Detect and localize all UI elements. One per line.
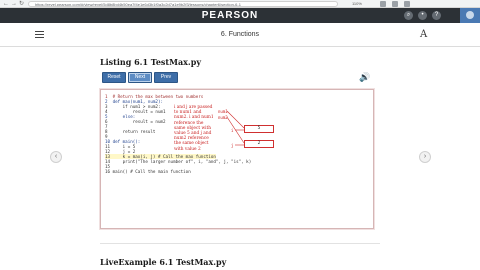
- annotation-note: i and j are passed to num1 and num2. i a…: [174, 105, 214, 152]
- main-content: Listing 6.1 TestMax.py Reset Next Prev 🔊…: [0, 47, 480, 270]
- extension-icon[interactable]: [380, 1, 386, 7]
- next-button[interactable]: Next: [128, 72, 152, 83]
- speaker-icon[interactable]: 🔊: [359, 73, 370, 82]
- chapter-title: 6. Functions: [220, 31, 260, 38]
- code-line: 6 result = num2: [105, 119, 166, 124]
- reset-button[interactable]: Reset: [102, 72, 126, 83]
- prev-page-button[interactable]: ‹: [50, 151, 62, 163]
- app-header: PEARSON ⌕ • ?: [0, 8, 460, 23]
- profile-icon[interactable]: [404, 1, 410, 7]
- listing-title: Listing 6.1 TestMax.py: [100, 57, 201, 67]
- search-icon[interactable]: ⌕: [404, 11, 413, 20]
- reload-icon[interactable]: ↻: [19, 0, 24, 8]
- value-box-5: 5: [244, 125, 274, 133]
- chapter-bar: 6. Functions A: [0, 23, 480, 47]
- font-size-icon[interactable]: A: [420, 29, 427, 40]
- bookmark-icon[interactable]: [392, 1, 398, 7]
- value-box-2: 2: [244, 140, 274, 148]
- num2-label: num2: [218, 115, 228, 120]
- bell-icon[interactable]: •: [418, 11, 427, 20]
- forward-icon[interactable]: →: [11, 0, 17, 8]
- code-line: 16 main() # Call the main function: [105, 169, 191, 174]
- i-label: i: [231, 128, 234, 133]
- next-page-button[interactable]: ›: [419, 151, 431, 163]
- browser-toolbar: ← → ↻ https://revel.pearson.com/#/view/r…: [0, 0, 480, 8]
- live-example-title: LiveExample 6.1 TestMax.py: [100, 257, 227, 267]
- brand-title: PEARSON: [201, 10, 259, 21]
- help-icon[interactable]: ?: [432, 11, 441, 20]
- prev-button[interactable]: Prev: [154, 72, 178, 83]
- section-divider: [100, 243, 380, 244]
- code-animation-panel: 1 # Return the max between two numbers 2…: [100, 89, 374, 229]
- back-icon[interactable]: ←: [3, 0, 9, 8]
- zoom-level[interactable]: 110%: [352, 1, 362, 7]
- j-label: j: [231, 143, 234, 148]
- address-bar[interactable]: https://revel.pearson.com/#/view/revel/5…: [28, 1, 338, 7]
- num1-label: num1: [218, 109, 228, 114]
- code-line: 14 print("The larger number of", i, "and…: [105, 159, 252, 164]
- avatar[interactable]: [460, 8, 480, 23]
